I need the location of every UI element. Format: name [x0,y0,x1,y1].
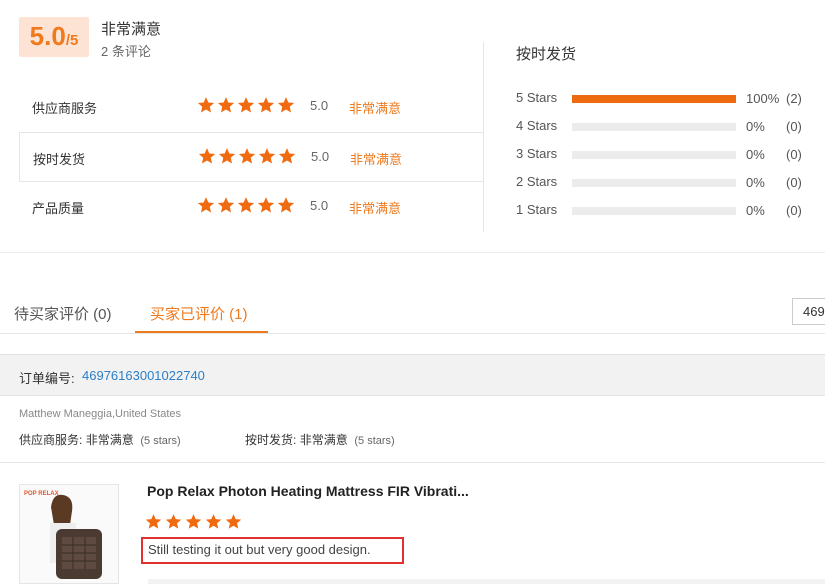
distribution-bar [572,151,736,159]
star-icon [185,514,202,529]
divider [483,42,484,232]
rating-row-supplier-service: 供应商服务 5.0 非常满意 [19,82,483,132]
star-icon [205,514,222,529]
product-star-rating [145,513,242,530]
divider [0,252,825,253]
tab-bar-baseline [0,333,825,334]
rating-text: 非常满意 [349,201,402,216]
distribution-count: (0) [786,203,802,218]
buyer-delivery-rating: 按时发货: 非常满意 (5 stars) [245,431,395,448]
rating-value: 5.0 [310,198,329,213]
overall-rating-text: 非常满意 [101,21,162,38]
product-title-link[interactable]: Pop Relax Photon Heating Mattress FIR Vi… [147,483,469,499]
buyer-name: Matthew Maneggia,United States [19,408,182,420]
star-icon [257,97,275,113]
order-number-link[interactable]: 46976163001022740 [82,368,205,383]
star-level-label: 2 Stars [516,174,558,189]
rating-row-product-quality: 产品质量 5.0 非常满意 [19,182,483,232]
star-icon [198,148,216,164]
star-icon [218,148,236,164]
buyer-service-rating: 供应商服务: 非常满意 (5 stars) [19,431,181,448]
order-header: 订单编号: 46976163001022740 [0,354,825,396]
tab-pending-reviews[interactable]: 待买家评价 (0) [14,303,112,324]
star-level-label: 4 Stars [516,118,558,133]
tab-buyer-reviewed[interactable]: 买家已评价 (1) [150,303,248,324]
distribution-bar-fill [572,95,736,103]
star-rating [197,196,295,214]
star-icon [237,97,255,113]
review-comment: Still testing it out but very good desig… [141,537,404,564]
distribution-row: 4 Stars 0% (0) [516,118,816,136]
delivery-text: 非常满意 [299,433,348,447]
star-icon [165,514,182,529]
star-rating [198,147,296,165]
overall-score-suffix: /5 [65,32,79,49]
star-icon [277,97,295,113]
distribution-percent: 0% [746,147,765,162]
star-level-label: 3 Stars [516,146,558,161]
star-icon [217,97,235,113]
rating-label: 按时发货 [33,152,86,167]
product-photo-illustration: POP RELAX [20,485,118,583]
distribution-count: (0) [786,119,802,134]
distribution-percent: 0% [746,119,765,134]
distribution-row: 5 Stars 100% (2) [516,90,816,108]
star-level-label: 5 Stars [516,90,558,105]
star-icon [197,197,215,213]
star-icon [197,97,215,113]
service-label: 供应商服务: [19,433,83,447]
star-icon [225,514,242,529]
distribution-bar [572,123,736,131]
star-icon [238,148,256,164]
star-rating [197,96,295,114]
overall-score-badge: 5.0 /5 [19,17,89,57]
product-image[interactable]: POP RELAX [19,484,119,584]
rating-value: 5.0 [311,149,330,164]
delivery-stars: (5 stars) [354,435,395,447]
distribution-title: 按时发货 [516,46,577,63]
distribution-row: 1 Stars 0% (0) [516,202,816,220]
review-count: 2 条评论 [101,44,151,59]
rating-label: 供应商服务 [32,101,98,116]
star-icon [237,197,255,213]
service-stars: (5 stars) [140,435,181,447]
divider [0,462,825,463]
rating-text: 非常满意 [349,101,402,116]
overall-score: 5.0 [29,21,66,51]
distribution-bar [572,179,736,187]
distribution-count: (0) [786,175,802,190]
star-level-label: 1 Stars [516,202,558,217]
rating-text: 非常满意 [350,152,403,167]
order-number-label: 订单编号: [19,371,75,386]
distribution-count: (2) [786,91,802,106]
service-text: 非常满意 [85,433,134,447]
star-icon [277,197,295,213]
star-icon [258,148,276,164]
star-icon [278,148,296,164]
brand-logo: POP RELAX [24,491,59,497]
distribution-percent: 100% [746,91,780,106]
distribution-percent: 0% [746,203,765,218]
star-icon [217,197,235,213]
distribution-row: 2 Stars 0% (0) [516,174,816,192]
rating-value: 5.0 [310,98,329,113]
distribution-bar [572,95,736,103]
distribution-percent: 0% [746,175,765,190]
rating-label: 产品质量 [32,201,85,216]
reply-area [148,579,825,584]
distribution-row: 3 Stars 0% (0) [516,146,816,164]
distribution-count: (0) [786,147,802,162]
active-tab-indicator [135,331,268,333]
order-search-input[interactable]: 469 [792,298,825,325]
rating-row-on-time-delivery[interactable]: 按时发货 5.0 非常满意 [19,132,483,182]
delivery-label: 按时发货: [245,433,297,447]
star-icon [145,514,162,529]
distribution-bar [572,207,736,215]
star-icon [257,197,275,213]
